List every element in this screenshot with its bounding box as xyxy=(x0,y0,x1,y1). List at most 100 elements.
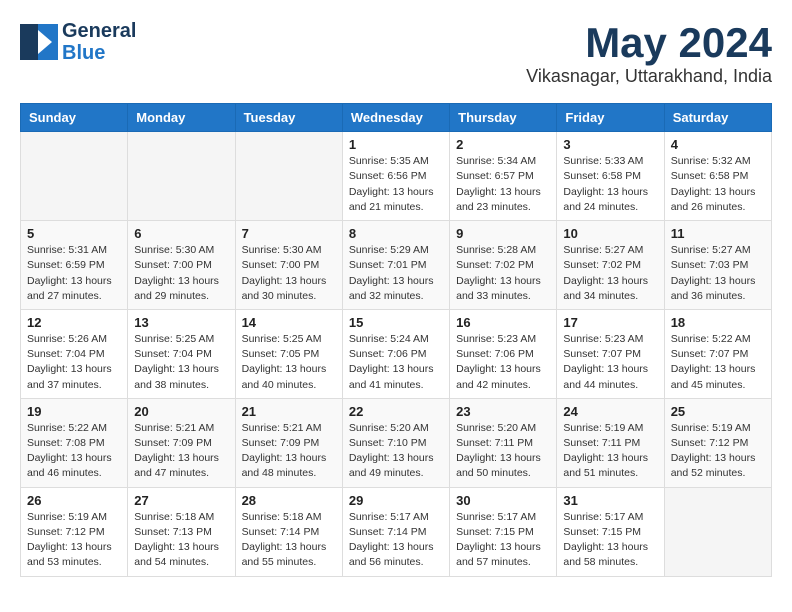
daylight-text: Daylight: 13 hours and 53 minutes. xyxy=(27,541,112,568)
daylight-text: Daylight: 13 hours and 44 minutes. xyxy=(563,363,648,390)
daylight-text: Daylight: 13 hours and 47 minutes. xyxy=(134,452,219,479)
sunrise-text: Sunrise: 5:23 AM xyxy=(456,333,536,345)
day-info: Sunrise: 5:24 AM Sunset: 7:06 PM Dayligh… xyxy=(349,332,443,393)
day-number: 2 xyxy=(456,137,550,152)
header-thursday: Thursday xyxy=(450,104,557,132)
sunrise-text: Sunrise: 5:22 AM xyxy=(671,333,751,345)
sunrise-text: Sunrise: 5:20 AM xyxy=(349,422,429,434)
day-info: Sunrise: 5:19 AM Sunset: 7:12 PM Dayligh… xyxy=(671,421,765,482)
sunset-text: Sunset: 7:09 PM xyxy=(134,437,212,449)
sunset-text: Sunset: 7:08 PM xyxy=(27,437,105,449)
logo-icon xyxy=(20,24,58,60)
day-number: 27 xyxy=(134,493,228,508)
table-row: 4 Sunrise: 5:32 AM Sunset: 6:58 PM Dayli… xyxy=(664,132,771,221)
sunset-text: Sunset: 6:57 PM xyxy=(456,170,534,182)
day-number: 16 xyxy=(456,315,550,330)
sunrise-text: Sunrise: 5:24 AM xyxy=(349,333,429,345)
sunset-text: Sunset: 7:00 PM xyxy=(242,259,320,271)
day-number: 22 xyxy=(349,404,443,419)
sunset-text: Sunset: 7:03 PM xyxy=(671,259,749,271)
day-number: 23 xyxy=(456,404,550,419)
daylight-text: Daylight: 13 hours and 32 minutes. xyxy=(349,275,434,302)
daylight-text: Daylight: 13 hours and 24 minutes. xyxy=(563,186,648,213)
day-info: Sunrise: 5:28 AM Sunset: 7:02 PM Dayligh… xyxy=(456,243,550,304)
sunrise-text: Sunrise: 5:31 AM xyxy=(27,244,107,256)
header-sunday: Sunday xyxy=(21,104,128,132)
header-monday: Monday xyxy=(128,104,235,132)
day-info: Sunrise: 5:33 AM Sunset: 6:58 PM Dayligh… xyxy=(563,154,657,215)
logo-blue: Blue xyxy=(62,42,136,64)
day-number: 11 xyxy=(671,226,765,241)
sunset-text: Sunset: 7:02 PM xyxy=(563,259,641,271)
day-info: Sunrise: 5:30 AM Sunset: 7:00 PM Dayligh… xyxy=(134,243,228,304)
day-info: Sunrise: 5:19 AM Sunset: 7:11 PM Dayligh… xyxy=(563,421,657,482)
logo: General Blue xyxy=(20,20,136,64)
day-number: 6 xyxy=(134,226,228,241)
day-info: Sunrise: 5:17 AM Sunset: 7:15 PM Dayligh… xyxy=(456,510,550,571)
calendar-week-2: 5 Sunrise: 5:31 AM Sunset: 6:59 PM Dayli… xyxy=(21,221,772,310)
day-number: 29 xyxy=(349,493,443,508)
day-number: 4 xyxy=(671,137,765,152)
logo-general: General xyxy=(62,20,136,42)
sunset-text: Sunset: 7:01 PM xyxy=(349,259,427,271)
day-number: 24 xyxy=(563,404,657,419)
sunset-text: Sunset: 7:04 PM xyxy=(27,348,105,360)
sunrise-text: Sunrise: 5:27 AM xyxy=(671,244,751,256)
table-row xyxy=(235,132,342,221)
day-number: 9 xyxy=(456,226,550,241)
table-row: 27 Sunrise: 5:18 AM Sunset: 7:13 PM Dayl… xyxy=(128,487,235,576)
location-subtitle: Vikasnagar, Uttarakhand, India xyxy=(526,66,772,87)
sunset-text: Sunset: 7:05 PM xyxy=(242,348,320,360)
daylight-text: Daylight: 13 hours and 23 minutes. xyxy=(456,186,541,213)
sunrise-text: Sunrise: 5:18 AM xyxy=(134,511,214,523)
daylight-text: Daylight: 13 hours and 38 minutes. xyxy=(134,363,219,390)
sunset-text: Sunset: 7:09 PM xyxy=(242,437,320,449)
header-tuesday: Tuesday xyxy=(235,104,342,132)
sunrise-text: Sunrise: 5:18 AM xyxy=(242,511,322,523)
table-row: 22 Sunrise: 5:20 AM Sunset: 7:10 PM Dayl… xyxy=(342,398,449,487)
daylight-text: Daylight: 13 hours and 58 minutes. xyxy=(563,541,648,568)
day-info: Sunrise: 5:17 AM Sunset: 7:15 PM Dayligh… xyxy=(563,510,657,571)
daylight-text: Daylight: 13 hours and 27 minutes. xyxy=(27,275,112,302)
day-number: 26 xyxy=(27,493,121,508)
sunrise-text: Sunrise: 5:17 AM xyxy=(456,511,536,523)
day-number: 3 xyxy=(563,137,657,152)
sunrise-text: Sunrise: 5:19 AM xyxy=(563,422,643,434)
day-info: Sunrise: 5:30 AM Sunset: 7:00 PM Dayligh… xyxy=(242,243,336,304)
sunset-text: Sunset: 7:02 PM xyxy=(456,259,534,271)
sunrise-text: Sunrise: 5:35 AM xyxy=(349,155,429,167)
day-number: 10 xyxy=(563,226,657,241)
day-number: 13 xyxy=(134,315,228,330)
daylight-text: Daylight: 13 hours and 41 minutes. xyxy=(349,363,434,390)
calendar-week-5: 26 Sunrise: 5:19 AM Sunset: 7:12 PM Dayl… xyxy=(21,487,772,576)
sunset-text: Sunset: 7:07 PM xyxy=(563,348,641,360)
day-info: Sunrise: 5:18 AM Sunset: 7:13 PM Dayligh… xyxy=(134,510,228,571)
calendar-week-4: 19 Sunrise: 5:22 AM Sunset: 7:08 PM Dayl… xyxy=(21,398,772,487)
daylight-text: Daylight: 13 hours and 29 minutes. xyxy=(134,275,219,302)
sunset-text: Sunset: 7:06 PM xyxy=(349,348,427,360)
sunrise-text: Sunrise: 5:28 AM xyxy=(456,244,536,256)
sunrise-text: Sunrise: 5:30 AM xyxy=(134,244,214,256)
day-number: 18 xyxy=(671,315,765,330)
daylight-text: Daylight: 13 hours and 51 minutes. xyxy=(563,452,648,479)
sunrise-text: Sunrise: 5:26 AM xyxy=(27,333,107,345)
sunset-text: Sunset: 7:15 PM xyxy=(456,526,534,538)
table-row: 8 Sunrise: 5:29 AM Sunset: 7:01 PM Dayli… xyxy=(342,221,449,310)
sunrise-text: Sunrise: 5:25 AM xyxy=(134,333,214,345)
table-row: 1 Sunrise: 5:35 AM Sunset: 6:56 PM Dayli… xyxy=(342,132,449,221)
day-info: Sunrise: 5:25 AM Sunset: 7:04 PM Dayligh… xyxy=(134,332,228,393)
calendar-table: Sunday Monday Tuesday Wednesday Thursday… xyxy=(20,103,772,576)
page-header: General Blue May 2024 Vikasnagar, Uttara… xyxy=(20,20,772,87)
sunset-text: Sunset: 7:00 PM xyxy=(134,259,212,271)
daylight-text: Daylight: 13 hours and 48 minutes. xyxy=(242,452,327,479)
daylight-text: Daylight: 13 hours and 36 minutes. xyxy=(671,275,756,302)
table-row: 5 Sunrise: 5:31 AM Sunset: 6:59 PM Dayli… xyxy=(21,221,128,310)
table-row: 2 Sunrise: 5:34 AM Sunset: 6:57 PM Dayli… xyxy=(450,132,557,221)
table-row: 26 Sunrise: 5:19 AM Sunset: 7:12 PM Dayl… xyxy=(21,487,128,576)
day-number: 19 xyxy=(27,404,121,419)
day-info: Sunrise: 5:20 AM Sunset: 7:11 PM Dayligh… xyxy=(456,421,550,482)
sunset-text: Sunset: 6:59 PM xyxy=(27,259,105,271)
daylight-text: Daylight: 13 hours and 45 minutes. xyxy=(671,363,756,390)
day-number: 31 xyxy=(563,493,657,508)
daylight-text: Daylight: 13 hours and 57 minutes. xyxy=(456,541,541,568)
